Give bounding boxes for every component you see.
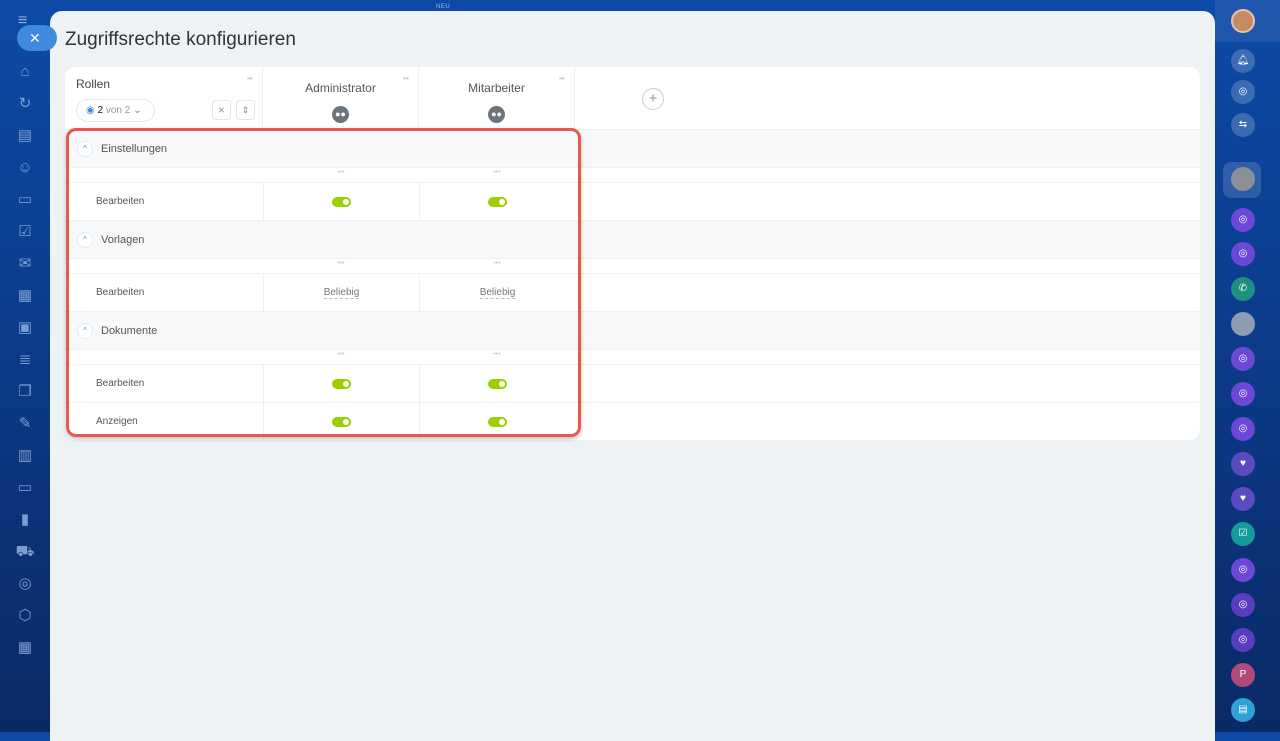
right-sidebar: 🔔︎ ◎ ⇆ ◎ ◎ ✆ ◎ ◎ ◎ ♥ ♥ ☑ ◎ ◎ ◎ P ▤ (1215, 0, 1280, 732)
chat-icon[interactable]: ◎ (1231, 382, 1255, 406)
box-icon[interactable]: ⬡ (14, 605, 36, 627)
analytics-icon[interactable]: ▮ (14, 509, 36, 531)
chevron-up-icon[interactable]: ^ (77, 141, 93, 157)
more-icon[interactable]: ••• (247, 74, 253, 83)
section-dokumente[interactable]: ^ Dokumente (65, 311, 1200, 349)
table-row: Bearbeiten (65, 182, 1200, 220)
group-icon: ●● (332, 106, 349, 123)
permission-toggle[interactable] (488, 196, 507, 207)
permission-label: Bearbeiten (96, 196, 145, 207)
apps-icon[interactable]: ▦ (14, 637, 36, 659)
permissions-table: ••• Rollen ◉ 2 von 2 ⌄ ⨯ ⇕ ••• Administr… (65, 67, 1200, 440)
left-sidebar: ≡ ⌂ ↻ ▤ ☺ ▭ ☑ ✉ ▦ ▣ ≣ ❐ ✎ ▥ ▭ ▮ ⛟ ◎ ⬡ ▦ (0, 0, 50, 732)
drive-icon[interactable]: ▥ (14, 445, 36, 467)
heart-chat-icon[interactable]: ♥ (1231, 452, 1255, 476)
eye-icon: ◉ (86, 105, 95, 116)
section-label: Einstellungen (101, 143, 168, 155)
heart-chat-icon[interactable]: ♥ (1231, 487, 1255, 511)
more-icon[interactable]: ••• (403, 74, 409, 83)
bell-icon[interactable]: 🔔︎ (1231, 49, 1255, 73)
contacts-icon[interactable]: ☺ (14, 157, 36, 179)
visible-count: 2 (97, 105, 104, 116)
home-icon[interactable]: ⌂ (14, 61, 36, 83)
chevron-up-icon[interactable]: ^ (77, 323, 93, 339)
task-chat-icon[interactable]: ☑ (1231, 522, 1255, 546)
section-einstellungen[interactable]: ^ Einstellungen (65, 129, 1200, 167)
slider-panel: Zugriffsrechte konfigurieren ••• Rollen … (50, 11, 1215, 741)
chat-icon[interactable]: ◎ (1231, 593, 1255, 617)
new-badge: NEU (436, 4, 451, 10)
permission-toggle[interactable] (488, 416, 507, 427)
contact-avatar[interactable] (1231, 312, 1255, 336)
more-icon[interactable]: ••• (263, 351, 419, 358)
column-menu-row: ••• ••• (65, 167, 1200, 182)
cart-icon[interactable]: ⛟ (14, 541, 36, 563)
phone-icon[interactable]: ✆ (1231, 277, 1255, 301)
role-column-mitarbeiter: ••• Mitarbeiter ●● (419, 67, 575, 129)
permission-toggle[interactable] (332, 416, 351, 427)
role-name: Mitarbeiter (468, 81, 525, 95)
chat-icon[interactable]: ◎ (1231, 242, 1255, 266)
add-role-button[interactable]: + (642, 88, 664, 110)
visible-roles-selector[interactable]: ◉ 2 von 2 ⌄ (76, 99, 155, 122)
table-row: Anzeigen (65, 402, 1200, 440)
page-title: Zugriffsrechte konfigurieren (65, 29, 296, 50)
group-icon: ●● (488, 106, 505, 123)
expand-all-button[interactable]: ⇕ (236, 100, 255, 120)
section-label: Vorlagen (101, 234, 145, 246)
permission-dropdown[interactable]: Beliebig (323, 287, 360, 299)
permission-toggle[interactable] (332, 196, 351, 207)
document-icon[interactable]: ▤ (14, 125, 36, 147)
column-menu-row: ••• ••• (65, 258, 1200, 273)
filter-icon[interactable]: ≣ (14, 349, 36, 371)
search-chat-icon[interactable]: ⇆ (1231, 113, 1255, 137)
messages-icon[interactable]: ▤ (1231, 698, 1255, 722)
copilot-icon[interactable]: ◎ (1231, 80, 1255, 104)
chat-icon[interactable]: ◎ (1231, 628, 1255, 652)
permission-label: Bearbeiten (96, 287, 145, 298)
mail-icon[interactable]: ✉ (14, 253, 36, 275)
section-label: Dokumente (101, 325, 158, 337)
table-row: Bearbeiten Beliebig Beliebig (65, 273, 1200, 311)
more-icon[interactable]: ••• (263, 260, 419, 267)
more-icon[interactable]: ••• (419, 169, 575, 176)
chat-icon[interactable]: ◎ (1231, 417, 1255, 441)
permission-label: Anzeigen (96, 416, 138, 427)
chat-icon[interactable]: ◎ (1231, 208, 1255, 232)
permission-dropdown[interactable]: Beliebig (479, 287, 516, 299)
tasks-icon[interactable]: ☑ (14, 221, 36, 243)
sign-icon[interactable]: ✎ (14, 413, 36, 435)
chat-icon[interactable]: ◎ (1231, 558, 1255, 582)
collapse-all-button[interactable]: ⨯ (212, 100, 231, 120)
role-name: Administrator (305, 81, 376, 95)
column-menu-row: ••• ••• (65, 349, 1200, 364)
cards-icon[interactable]: ▭ (14, 477, 36, 499)
contact-avatar[interactable] (1231, 167, 1255, 191)
chat-icon[interactable]: ❐ (14, 381, 36, 403)
visible-of: von 2 (105, 105, 131, 116)
roles-label: Rollen (76, 77, 111, 91)
user-avatar[interactable] (1231, 9, 1255, 33)
more-icon[interactable]: ••• (263, 169, 419, 176)
role-column-administrator: ••• Administrator ●● (263, 67, 419, 129)
permission-toggle[interactable] (488, 378, 507, 389)
calendar-icon[interactable]: ▦ (14, 285, 36, 307)
presentation-icon[interactable]: ▣ (14, 317, 36, 339)
permission-label: Bearbeiten (96, 378, 145, 389)
more-icon[interactable]: ••• (419, 260, 575, 267)
chat-icon[interactable]: ◎ (1231, 347, 1255, 371)
more-icon[interactable]: ••• (559, 74, 565, 83)
more-icon[interactable]: ••• (419, 351, 575, 358)
chevron-down-icon: ⌄ (133, 105, 142, 116)
target-icon[interactable]: ◎ (14, 573, 36, 595)
permission-toggle[interactable] (332, 378, 351, 389)
roles-header-cell: ••• Rollen ◉ 2 von 2 ⌄ ⨯ ⇕ (65, 67, 263, 129)
crm-icon[interactable]: ↻ (14, 93, 36, 115)
inventory-icon[interactable]: ▭ (14, 189, 36, 211)
section-vorlagen[interactable]: ^ Vorlagen (65, 220, 1200, 258)
table-row: Bearbeiten (65, 364, 1200, 402)
close-button[interactable]: ✕ (17, 25, 57, 51)
avatar-p[interactable]: P (1231, 663, 1255, 687)
chevron-up-icon[interactable]: ^ (77, 232, 93, 248)
